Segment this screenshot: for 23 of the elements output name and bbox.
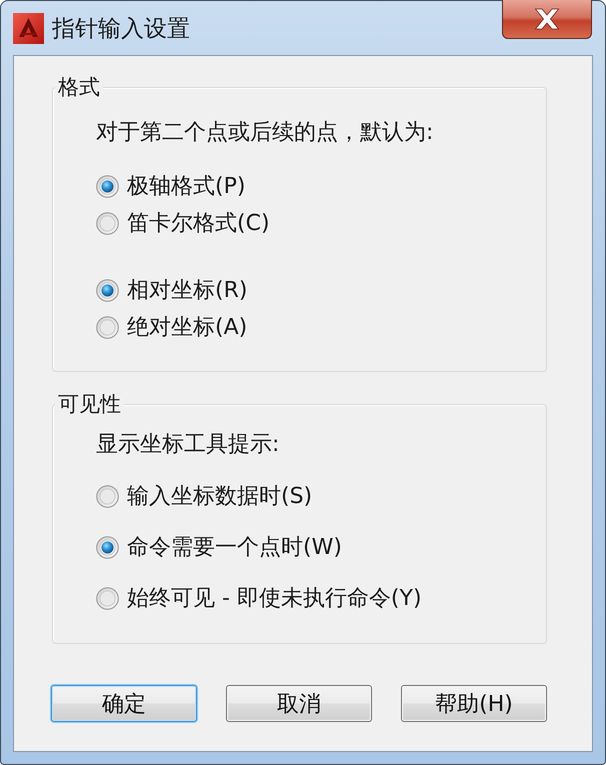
option-label[interactable]: 输入坐标数据时(S) [127,482,312,510]
dialog-button[interactable]: 取消 [226,685,372,722]
option-label[interactable]: 相对坐标(R) [127,276,248,304]
option-label[interactable]: 绝对坐标(A) [127,314,248,342]
group-prompt: 显示坐标工具提示: [96,431,280,459]
radio-button[interactable] [96,212,119,235]
radio-button[interactable] [96,485,119,508]
option-label[interactable]: 极轴格式(P) [127,172,246,200]
window-title: 指针输入设置 [52,15,190,44]
dialog-button[interactable]: 帮助(H) [401,685,547,722]
radio-button[interactable] [96,536,119,559]
option-label[interactable]: 笛卡尔格式(C) [127,210,270,238]
close-button[interactable] [502,0,592,39]
dialog-button[interactable]: 确定 [51,685,197,722]
radio-button[interactable] [96,279,119,302]
group-prompt: 对于第二个点或后续的点，默认为: [96,119,434,147]
close-icon [534,8,560,30]
radio-button[interactable] [96,175,119,198]
option-label[interactable]: 始终可见 - 即使未执行命令(Y) [127,584,422,612]
logo-icon [13,12,44,44]
option-label[interactable]: 命令需要一个点时(W) [127,534,342,562]
radio-button[interactable] [96,316,119,339]
radio-button[interactable] [96,587,119,610]
